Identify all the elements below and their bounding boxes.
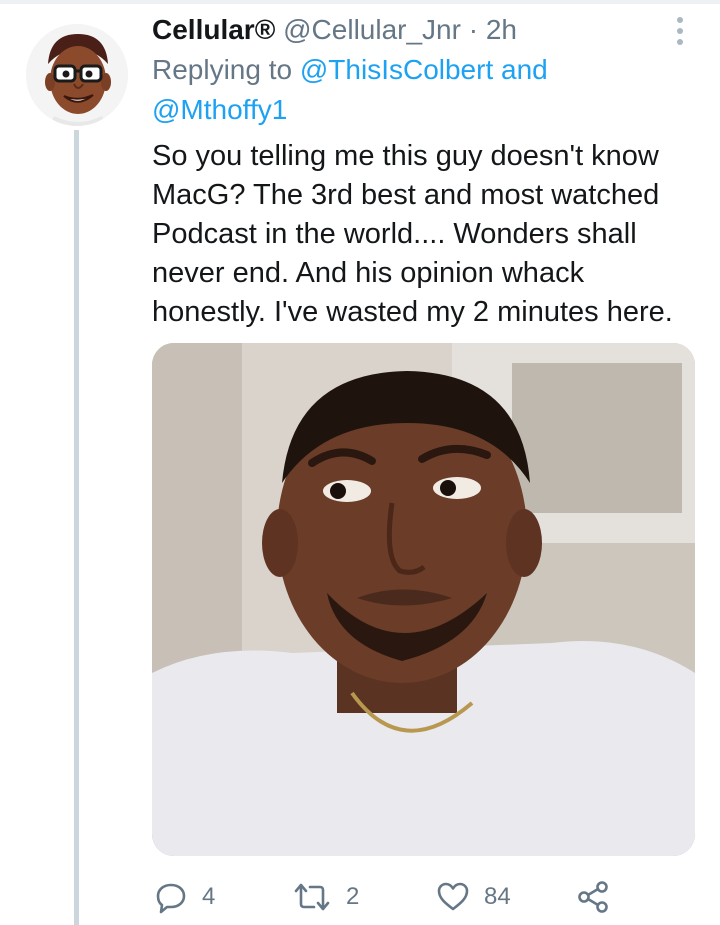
tweet-header: Cellular® @Cellular_Jnr · 2h	[152, 10, 652, 50]
retweet-count: 2	[346, 883, 360, 910]
tweet-action-bar: 4 2 84	[152, 872, 672, 922]
tweet-media-image[interactable]	[152, 343, 695, 856]
user-handle[interactable]: @Cellular_Jnr	[283, 14, 461, 45]
header-separator: ·	[468, 14, 479, 45]
reply-count: 4	[202, 883, 216, 910]
reply-prefix: Replying to	[152, 54, 293, 85]
mention-link-1[interactable]: @ThisIsColbert	[300, 54, 493, 85]
heart-icon	[436, 880, 470, 914]
avatar[interactable]	[26, 24, 128, 126]
mention-conjunction: and	[501, 54, 548, 85]
replying-to: Replying to @ThisIsColbert and @Mthoffy1	[152, 50, 692, 130]
share-icon	[576, 880, 610, 914]
retweet-button[interactable]: 2	[292, 872, 359, 922]
share-button[interactable]	[576, 872, 610, 922]
reply-button[interactable]: 4	[154, 872, 215, 922]
top-divider	[0, 0, 720, 4]
timestamp[interactable]: 2h	[486, 14, 517, 45]
more-vertical-icon[interactable]	[668, 14, 692, 48]
reply-icon	[154, 880, 188, 914]
like-button[interactable]: 84	[436, 872, 511, 922]
display-name[interactable]: Cellular®	[152, 14, 275, 45]
like-count: 84	[484, 883, 511, 910]
tweet-text: So you telling me this guy doesn't know …	[152, 140, 673, 328]
mention-link-2[interactable]: @Mthoffy1	[152, 94, 287, 125]
retweet-icon	[292, 880, 332, 914]
thread-connector-line	[74, 130, 79, 925]
